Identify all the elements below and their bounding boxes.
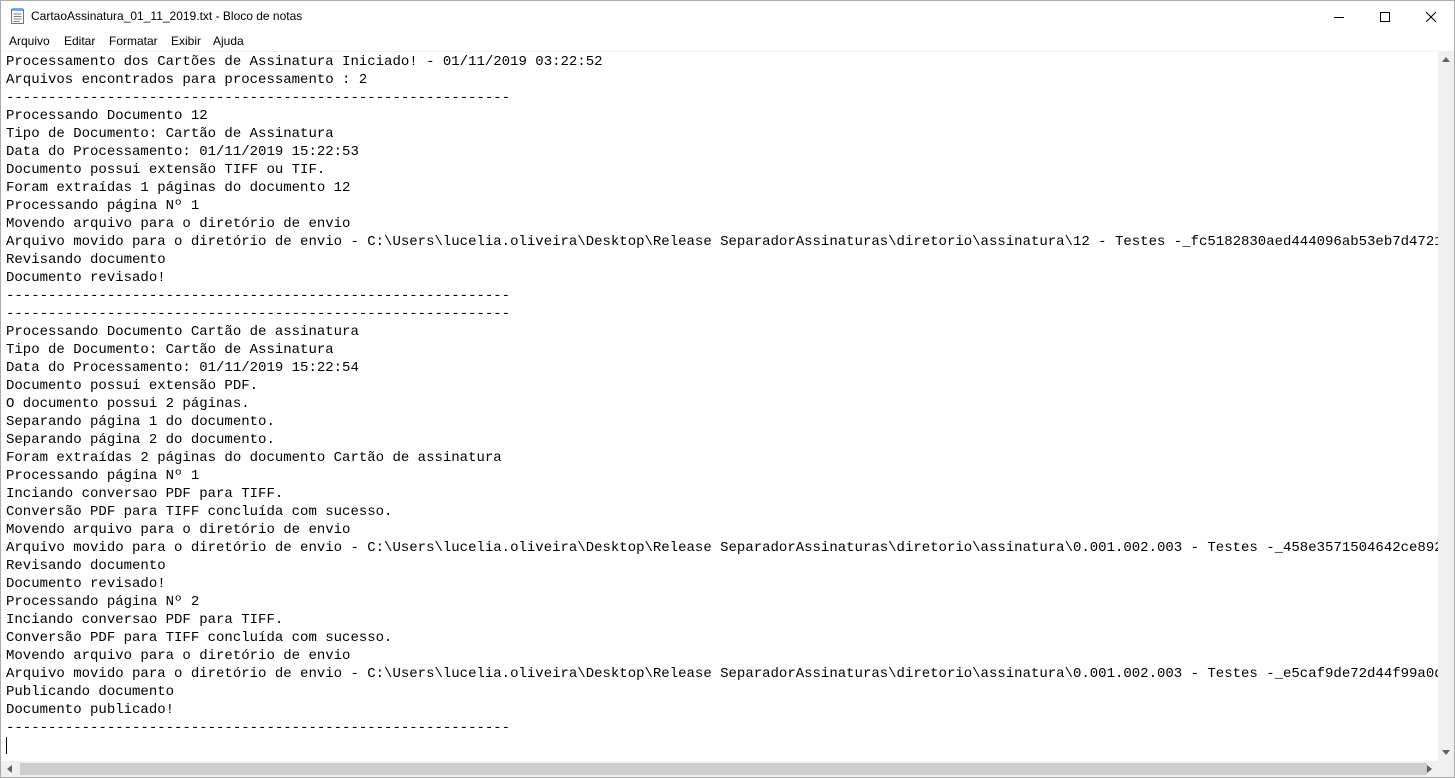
text-caret [6, 737, 7, 754]
text-line: O documento possui 2 páginas. [6, 396, 250, 412]
text-line: Arquivo movido para o diretório de envio… [6, 666, 1438, 682]
text-line: Revisando documento [6, 558, 166, 574]
menu-bar: Arquivo Editar Formatar Exibir Ajuda [1, 32, 1454, 51]
text-line: Movendo arquivo para o diretório de envi… [6, 216, 351, 232]
horizontal-scrollbar[interactable] [1, 761, 1438, 777]
text-line: Publicando documento [6, 684, 175, 700]
menu-item-editar[interactable]: Editar [64, 34, 95, 48]
text-line: Documento possui extensão PDF. [6, 378, 259, 394]
text-line: Data do Processamento: 01/11/2019 15:22:… [6, 360, 359, 376]
minimize-button[interactable] [1316, 1, 1362, 32]
text-line: Revisando documento [6, 252, 166, 268]
text-line: ----------------------------------------… [6, 90, 511, 106]
text-line: Processando Documento 12 [6, 108, 208, 124]
text-line: Movendo arquivo para o diretório de envi… [6, 522, 351, 538]
text-line: Tipo de Documento: Cartão de Assinatura [6, 342, 334, 358]
vertical-scrollbar[interactable] [1438, 51, 1454, 761]
scroll-left-arrow-icon[interactable] [1, 761, 18, 777]
text-line: ----------------------------------------… [6, 306, 511, 322]
text-line: ----------------------------------------… [6, 288, 511, 304]
maximize-icon [1380, 11, 1390, 22]
text-line: Conversão PDF para TIFF concluída com su… [6, 504, 393, 520]
minimize-icon [1334, 12, 1344, 22]
text-line: Arquivos encontrados para processamento … [6, 72, 368, 88]
scroll-right-arrow-icon[interactable] [1421, 761, 1438, 777]
notepad-window: CartaoAssinatura_01_11_2019.txt - Bloco … [0, 0, 1455, 778]
text-line: Arquivo movido para o diretório de envio… [6, 234, 1438, 250]
text-line: Documento revisado! [6, 576, 166, 592]
notepad-icon [11, 8, 24, 24]
text-line: Arquivo movido para o diretório de envio… [6, 540, 1438, 556]
close-icon [1426, 11, 1436, 22]
text-editor[interactable]: Processamento dos Cartões de Assinatura … [1, 51, 1438, 762]
maximize-button[interactable] [1362, 1, 1408, 32]
text-line: Foram extraídas 2 páginas do documento C… [6, 450, 502, 466]
close-button[interactable] [1408, 1, 1454, 32]
text-line: Processando Documento Cartão de assinatu… [6, 324, 359, 340]
text-line: Separando página 2 do documento. [6, 432, 275, 448]
text-line: Foram extraídas 1 páginas do documento 1… [6, 180, 351, 196]
menu-item-exibir[interactable]: Exibir [171, 34, 201, 48]
text-line: Processamento dos Cartões de Assinatura … [6, 54, 603, 70]
text-line: Inciando conversao PDF para TIFF. [6, 612, 284, 628]
text-line: Inciando conversao PDF para TIFF. [6, 486, 284, 502]
menu-item-arquivo[interactable]: Arquivo [9, 34, 50, 48]
text-line: Data do Processamento: 01/11/2019 15:22:… [6, 144, 359, 160]
menu-item-ajuda[interactable]: Ajuda [213, 34, 244, 48]
text-line: Conversão PDF para TIFF concluída com su… [6, 630, 393, 646]
text-line: Processando página Nº 1 [6, 198, 200, 214]
text-line: Documento revisado! [6, 270, 166, 286]
text-line: Documento publicado! [6, 702, 175, 718]
scroll-up-arrow-icon[interactable] [1438, 51, 1454, 68]
horizontal-scroll-thumb[interactable] [20, 763, 1427, 775]
title-bar[interactable]: CartaoAssinatura_01_11_2019.txt - Bloco … [1, 1, 1454, 32]
text-line: ----------------------------------------… [6, 720, 511, 736]
window-title: CartaoAssinatura_01_11_2019.txt - Bloco … [31, 9, 303, 23]
text-line: Processando página Nº 2 [6, 594, 200, 610]
menu-item-formatar[interactable]: Formatar [109, 34, 158, 48]
scrollbar-corner [1438, 761, 1454, 777]
text-line: Documento possui extensão TIFF ou TIF. [6, 162, 326, 178]
text-line: Tipo de Documento: Cartão de Assinatura [6, 126, 334, 142]
text-line: Movendo arquivo para o diretório de envi… [6, 648, 351, 664]
text-line: Separando página 1 do documento. [6, 414, 275, 430]
text-line: Processando página Nº 1 [6, 468, 200, 484]
scroll-down-arrow-icon[interactable] [1438, 744, 1454, 761]
